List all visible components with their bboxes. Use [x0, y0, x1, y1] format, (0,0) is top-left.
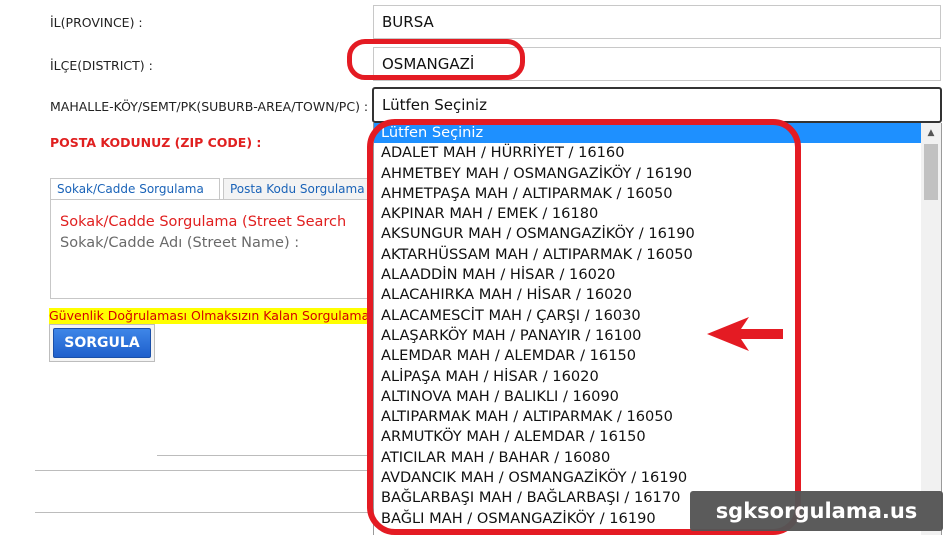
province-value: BURSA: [382, 13, 434, 31]
neighborhood-label: MAHALLE-KÖY/SEMT/PK(SUBURB-AREA/TOWN/PC)…: [50, 99, 369, 114]
street-name-label: Sokak/Cadde Adı (Street Name) :: [60, 235, 300, 251]
province-select[interactable]: BURSA: [373, 5, 941, 39]
search-tabs: Sokak/Cadde Sorgulama Posta Kodu Sorgula…: [50, 178, 370, 200]
district-highlight-ring: [347, 39, 525, 80]
arrow-left-icon: [707, 317, 783, 351]
tab-street-search[interactable]: Sokak/Cadde Sorgulama: [50, 178, 220, 200]
neighborhood-select[interactable]: Lütfen Seçiniz: [372, 87, 942, 123]
divider: [157, 455, 373, 456]
security-warning: Güvenlik Doğrulaması Olmaksızın Kalan So…: [49, 308, 373, 324]
scroll-up-icon[interactable]: ▲: [921, 123, 941, 143]
tab-postcode-search[interactable]: Posta Kodu Sorgulama: [223, 178, 370, 199]
scroll-thumb[interactable]: [924, 144, 938, 200]
neighborhood-value: Lütfen Seçiniz: [382, 96, 487, 114]
zip-code-label: POSTA KODUNUZ (ZIP CODE) :: [50, 135, 262, 150]
search-button[interactable]: SORGULA: [53, 328, 151, 358]
district-label: İLÇE(DISTRICT) :: [50, 58, 153, 73]
province-label: İL(PROVINCE) :: [50, 15, 143, 30]
divider: [35, 470, 373, 471]
divider: [35, 512, 373, 513]
search-button-frame: SORGULA: [49, 324, 155, 362]
panel-title: Sokak/Cadde Sorgulama (Street Search: [60, 214, 347, 230]
watermark: sgksorgulama.us: [690, 491, 943, 531]
dropdown-scrollbar[interactable]: ▲: [921, 123, 941, 535]
